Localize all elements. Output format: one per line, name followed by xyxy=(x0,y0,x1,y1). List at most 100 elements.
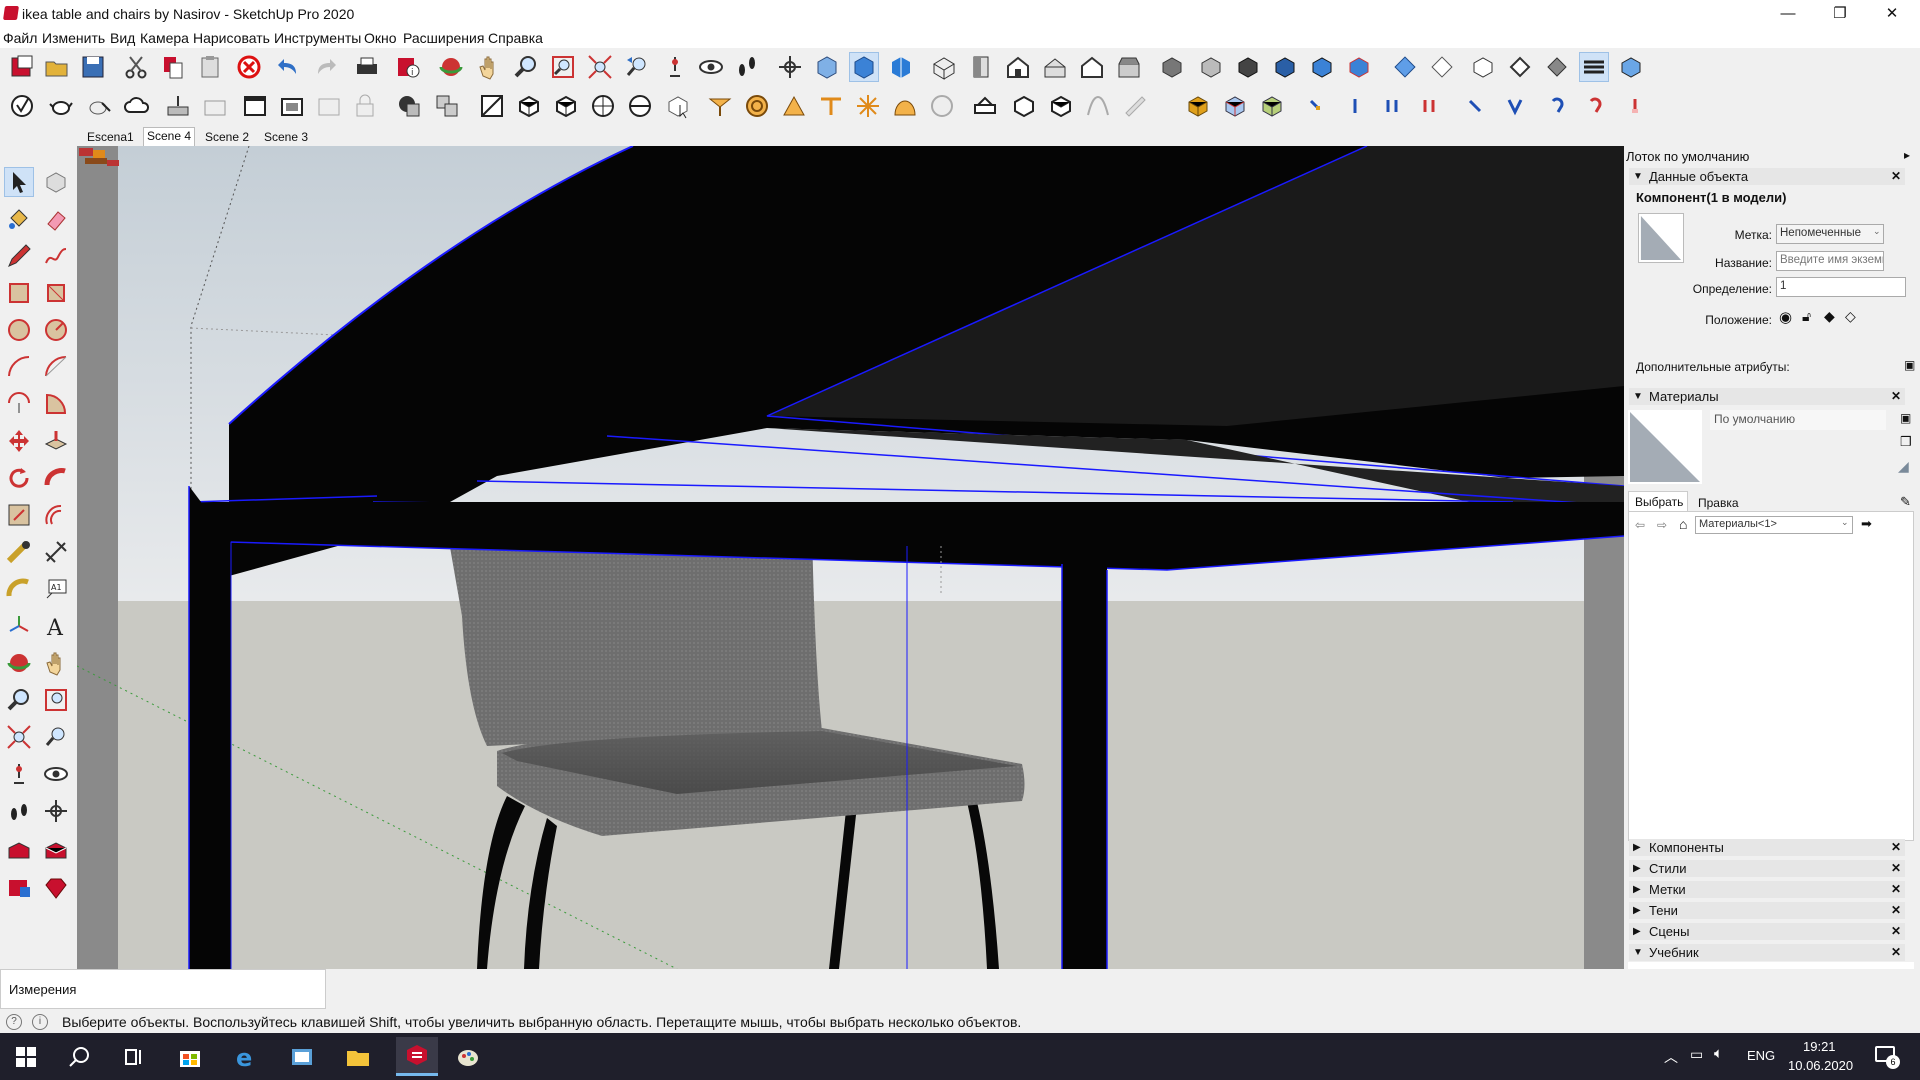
shaded-textures-style-icon[interactable] xyxy=(1344,52,1374,82)
send-to-layout-icon[interactable] xyxy=(277,91,307,121)
move-icon[interactable] xyxy=(4,426,34,456)
file-explorer-icon[interactable] xyxy=(342,1041,374,1073)
plugin-tool-3-icon[interactable] xyxy=(1377,91,1407,121)
zoom-window-tool-icon[interactable] xyxy=(41,685,71,715)
rotate-icon[interactable] xyxy=(4,463,34,493)
material-library-dropdown[interactable]: Материалы<1> xyxy=(1695,516,1853,534)
close-icon[interactable]: ✕ xyxy=(1891,839,1901,856)
orbit-icon[interactable] xyxy=(436,52,466,82)
sphere-half-icon[interactable] xyxy=(625,91,655,121)
sandbox-add-detail-icon[interactable] xyxy=(853,91,883,121)
xray-toggle-icon[interactable] xyxy=(1427,52,1457,82)
teapot-cursor-icon[interactable] xyxy=(84,91,114,121)
tray-pin-icon[interactable]: ▸ xyxy=(1904,148,1910,162)
styles-header[interactable]: ▶ Стили ✕ xyxy=(1629,860,1905,877)
pan-hand-icon[interactable] xyxy=(474,52,504,82)
measurements-box[interactable]: Измерения xyxy=(0,969,326,1009)
windows-start-icon[interactable] xyxy=(10,1041,42,1073)
circle-icon[interactable] xyxy=(4,315,34,345)
sandbox-contours-icon[interactable] xyxy=(927,91,957,121)
menu-extensions[interactable]: Расширения xyxy=(403,30,484,46)
walk-footprints-icon[interactable] xyxy=(732,52,762,82)
gold-cube-icon[interactable] xyxy=(1183,91,1213,121)
store-icon[interactable] xyxy=(174,1041,206,1073)
share-component-icon[interactable] xyxy=(1046,91,1076,121)
undo-icon[interactable] xyxy=(274,52,304,82)
close-icon[interactable]: ✕ xyxy=(1891,923,1901,940)
eraser-icon[interactable] xyxy=(41,204,71,234)
section-plane-icon[interactable] xyxy=(775,52,805,82)
visibility-eye-icon[interactable]: ◉ xyxy=(1779,308,1792,326)
dimension-icon[interactable] xyxy=(41,537,71,567)
arc-icon[interactable] xyxy=(4,352,34,382)
cast-shadows-icon[interactable]: ◇ xyxy=(1845,308,1856,325)
shadows-toggle-icon[interactable] xyxy=(1579,52,1609,82)
offset-icon[interactable] xyxy=(41,500,71,530)
left-view-icon[interactable] xyxy=(1114,52,1144,82)
hidden-line-style-icon[interactable] xyxy=(1270,52,1300,82)
blue-cube-icon[interactable] xyxy=(1220,91,1250,121)
line-pencil-icon[interactable] xyxy=(4,241,34,271)
zoom-extents-tool-icon[interactable] xyxy=(4,722,34,752)
polygon-icon[interactable] xyxy=(41,315,71,345)
instructor-header[interactable]: ▼ Учебник ✕ xyxy=(1629,944,1905,961)
erase-cancel-icon[interactable] xyxy=(234,52,264,82)
materials-tab-edit[interactable]: Правка xyxy=(1692,493,1745,513)
home-icon[interactable]: ⌂ xyxy=(1679,516,1687,532)
back-view-icon[interactable] xyxy=(1077,52,1107,82)
wireframe-style-icon[interactable] xyxy=(1233,52,1263,82)
warehouse-icon[interactable] xyxy=(970,91,1000,121)
material-cube-icon[interactable]: ❒ xyxy=(1900,434,1912,450)
make-component-icon[interactable] xyxy=(41,167,71,197)
pan-tool-icon[interactable] xyxy=(41,648,71,678)
rotated-rectangle-icon[interactable] xyxy=(41,278,71,308)
section-fill-icon[interactable] xyxy=(886,52,916,82)
back-edges-style-icon[interactable] xyxy=(1196,52,1226,82)
box-grid-alt-icon[interactable] xyxy=(551,91,581,121)
share-model-tool-icon[interactable] xyxy=(41,836,71,866)
components-header[interactable]: ▶ Компоненты ✕ xyxy=(1629,839,1905,856)
extension-manager-icon[interactable] xyxy=(1120,91,1150,121)
position-camera-icon[interactable] xyxy=(660,52,690,82)
scene-tab-scene-2[interactable]: Scene 2 xyxy=(202,129,252,146)
menu-edit[interactable]: Изменить xyxy=(42,30,105,46)
attributes-toggle-icon[interactable]: ▣ xyxy=(1904,358,1915,372)
shaded-style-icon[interactable] xyxy=(1307,52,1337,82)
zoom-window-icon[interactable] xyxy=(548,52,578,82)
select-arrow-icon[interactable] xyxy=(4,167,34,197)
minimize-button[interactable]: — xyxy=(1765,0,1811,28)
plugin-tool-9-icon[interactable] xyxy=(1620,91,1650,121)
close-button[interactable]: ✕ xyxy=(1869,0,1915,28)
menu-window[interactable]: Окно xyxy=(364,30,397,46)
scene-tab-scene-4[interactable]: Scene 4 xyxy=(143,127,196,146)
clock-date[interactable]: 10.06.2020 xyxy=(1788,1058,1853,1073)
cut-icon[interactable] xyxy=(121,52,151,82)
profile-edges-icon[interactable] xyxy=(1505,52,1535,82)
depth-cue-icon[interactable] xyxy=(1542,52,1572,82)
menu-help[interactable]: Справка xyxy=(488,30,543,46)
back-arrow-icon[interactable]: ⇦ xyxy=(1635,518,1645,532)
section-cuts-icon[interactable] xyxy=(849,52,879,82)
chair-backrest[interactable] xyxy=(447,530,822,746)
copy-icon[interactable] xyxy=(158,52,188,82)
component-select-icon[interactable] xyxy=(663,91,693,121)
sandbox-stamp-icon[interactable] xyxy=(779,91,809,121)
maximize-button[interactable]: ❐ xyxy=(1817,0,1863,28)
sphere-grid-icon[interactable] xyxy=(588,91,618,121)
walk-tool-icon[interactable] xyxy=(4,796,34,826)
scene-tab-escena1[interactable]: Escena1 xyxy=(84,129,137,146)
material-name-field[interactable]: По умолчанию xyxy=(1710,410,1886,430)
model-info-icon[interactable]: i xyxy=(393,52,423,82)
sandbox-smoove-icon[interactable] xyxy=(705,91,735,121)
clock-time[interactable]: 19:21 xyxy=(1803,1039,1836,1054)
entity-info-header[interactable]: ▼ Данные объекта ✕ xyxy=(1629,168,1905,185)
tape-measure-icon[interactable] xyxy=(4,537,34,567)
close-icon[interactable]: ✕ xyxy=(1891,388,1901,405)
zoom-icon[interactable] xyxy=(511,52,541,82)
follow-me-icon[interactable] xyxy=(41,463,71,493)
warehouse-tool-icon[interactable] xyxy=(4,836,34,866)
sandbox-circle-icon[interactable] xyxy=(742,91,772,121)
sandbox-drape-icon[interactable] xyxy=(816,91,846,121)
close-icon[interactable]: ✕ xyxy=(1891,944,1901,961)
3d-text-icon[interactable]: A xyxy=(41,611,71,641)
